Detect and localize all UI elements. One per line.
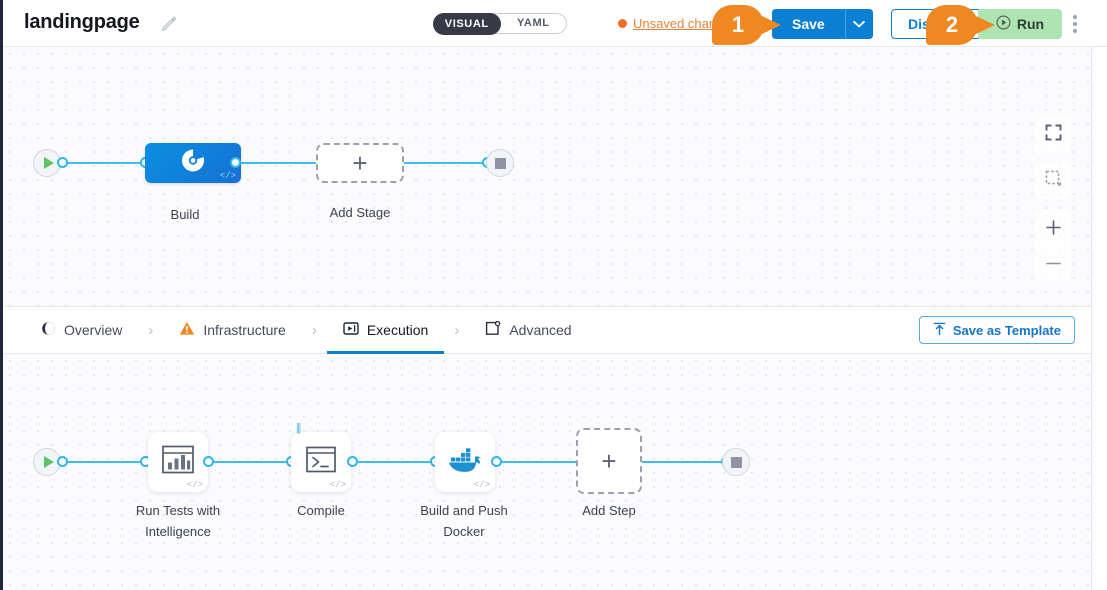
step-canvas[interactable]: </> Run Tests with Intelligence ||| </> … bbox=[3, 354, 1092, 590]
tab-execution[interactable]: Execution bbox=[327, 306, 444, 354]
play-icon bbox=[44, 157, 54, 169]
canvas-controls[interactable] bbox=[1035, 117, 1071, 281]
stage-node-build[interactable]: </> bbox=[145, 143, 241, 183]
execution-icon bbox=[343, 321, 359, 339]
save-as-template-label: Save as Template bbox=[953, 323, 1061, 338]
tab-advanced[interactable]: Advanced bbox=[469, 306, 587, 354]
add-step-button[interactable]: + bbox=[576, 428, 642, 494]
code-tag: </> bbox=[474, 480, 490, 490]
step-label: Compile bbox=[266, 500, 376, 521]
port bbox=[347, 456, 358, 467]
tab-label: Overview bbox=[64, 322, 122, 338]
unsaved-dot-icon bbox=[618, 19, 627, 28]
tab-label: Execution bbox=[367, 322, 428, 338]
chevron-down-icon[interactable] bbox=[845, 9, 873, 39]
terminal-icon bbox=[305, 446, 337, 479]
kebab-menu-icon[interactable] bbox=[1068, 13, 1082, 35]
step-node-run-tests[interactable]: </> bbox=[148, 432, 208, 492]
port bbox=[57, 456, 68, 467]
mode-toggle[interactable]: VISUAL YAML bbox=[433, 13, 567, 34]
selection-box-button[interactable] bbox=[1035, 163, 1071, 199]
step-label: Build and Push Docker bbox=[403, 500, 525, 542]
play-circle-icon bbox=[996, 15, 1011, 33]
tab-label: Advanced bbox=[509, 322, 571, 338]
pipeline-end-node[interactable] bbox=[486, 149, 514, 177]
save-button[interactable]: Save bbox=[772, 9, 845, 39]
plus-icon: + bbox=[601, 448, 616, 474]
port bbox=[230, 157, 241, 168]
ci-build-icon bbox=[180, 148, 206, 179]
save-button-group[interactable]: Save bbox=[772, 9, 873, 39]
step-label: Run Tests with Intelligence bbox=[113, 500, 243, 542]
steps-end-node[interactable] bbox=[722, 448, 750, 476]
step-node-compile[interactable]: ||| </> bbox=[291, 432, 351, 492]
page-title: landingpage bbox=[24, 11, 140, 34]
stop-icon bbox=[495, 158, 506, 169]
stage-canvas[interactable]: </> Build + Add Stage bbox=[3, 47, 1092, 306]
dashed-square-icon bbox=[1045, 170, 1062, 192]
mode-visual[interactable]: VISUAL bbox=[433, 13, 501, 35]
warning-triangle-icon bbox=[179, 321, 195, 339]
connector bbox=[235, 162, 320, 164]
plus-icon: + bbox=[352, 150, 367, 176]
stage-tabbar: Overview › Infrastructure › bbox=[3, 306, 1092, 354]
zoom-in-button[interactable] bbox=[1035, 209, 1071, 245]
stop-icon bbox=[731, 457, 742, 468]
add-stage-button[interactable]: + bbox=[316, 143, 404, 183]
fit-to-screen-button[interactable] bbox=[1035, 117, 1071, 153]
port bbox=[57, 157, 68, 168]
connector bbox=[206, 461, 292, 463]
upload-icon bbox=[933, 322, 946, 339]
connector bbox=[494, 461, 580, 463]
mode-yaml[interactable]: YAML bbox=[501, 13, 567, 34]
tab-separator: › bbox=[444, 322, 469, 339]
expand-icon bbox=[1045, 124, 1062, 146]
connector bbox=[61, 461, 147, 463]
pipeline-studio: landingpage VISUAL YAML Unsaved changes … bbox=[0, 0, 1107, 590]
test-intelligence-icon bbox=[161, 445, 195, 480]
connector bbox=[350, 461, 436, 463]
run-button-label: Run bbox=[1017, 16, 1044, 32]
advanced-gear-icon bbox=[485, 321, 501, 339]
play-icon bbox=[44, 456, 54, 468]
step-node-docker[interactable]: </> bbox=[435, 432, 495, 492]
connector bbox=[639, 461, 727, 463]
callout-2: 2 bbox=[926, 5, 978, 45]
tab-list: Overview › Infrastructure › bbox=[25, 306, 588, 354]
stage-label: Build bbox=[135, 204, 235, 225]
add-step-label: Add Step bbox=[556, 500, 662, 521]
globe-icon bbox=[41, 321, 56, 339]
add-stage-label: Add Stage bbox=[305, 202, 415, 223]
code-tag: </> bbox=[330, 480, 346, 490]
code-tag: </> bbox=[187, 480, 203, 490]
left-edge-strip bbox=[0, 0, 3, 590]
zoom-out-button[interactable] bbox=[1035, 245, 1071, 281]
tab-label: Infrastructure bbox=[203, 322, 285, 338]
zoom-controls[interactable] bbox=[1035, 209, 1071, 281]
conditional-execution-icon: ||| bbox=[296, 420, 300, 435]
pencil-icon[interactable] bbox=[160, 14, 178, 32]
code-tag: </> bbox=[220, 171, 236, 181]
tab-separator: › bbox=[138, 322, 163, 339]
tab-separator: › bbox=[302, 322, 327, 339]
connector bbox=[400, 162, 490, 164]
tab-infrastructure[interactable]: Infrastructure bbox=[163, 306, 301, 354]
docker-icon bbox=[446, 445, 484, 480]
port bbox=[491, 456, 502, 467]
callout-1: 1 bbox=[712, 5, 764, 45]
port bbox=[203, 456, 214, 467]
tab-overview[interactable]: Overview bbox=[25, 306, 138, 354]
save-as-template-button[interactable]: Save as Template bbox=[919, 316, 1075, 344]
